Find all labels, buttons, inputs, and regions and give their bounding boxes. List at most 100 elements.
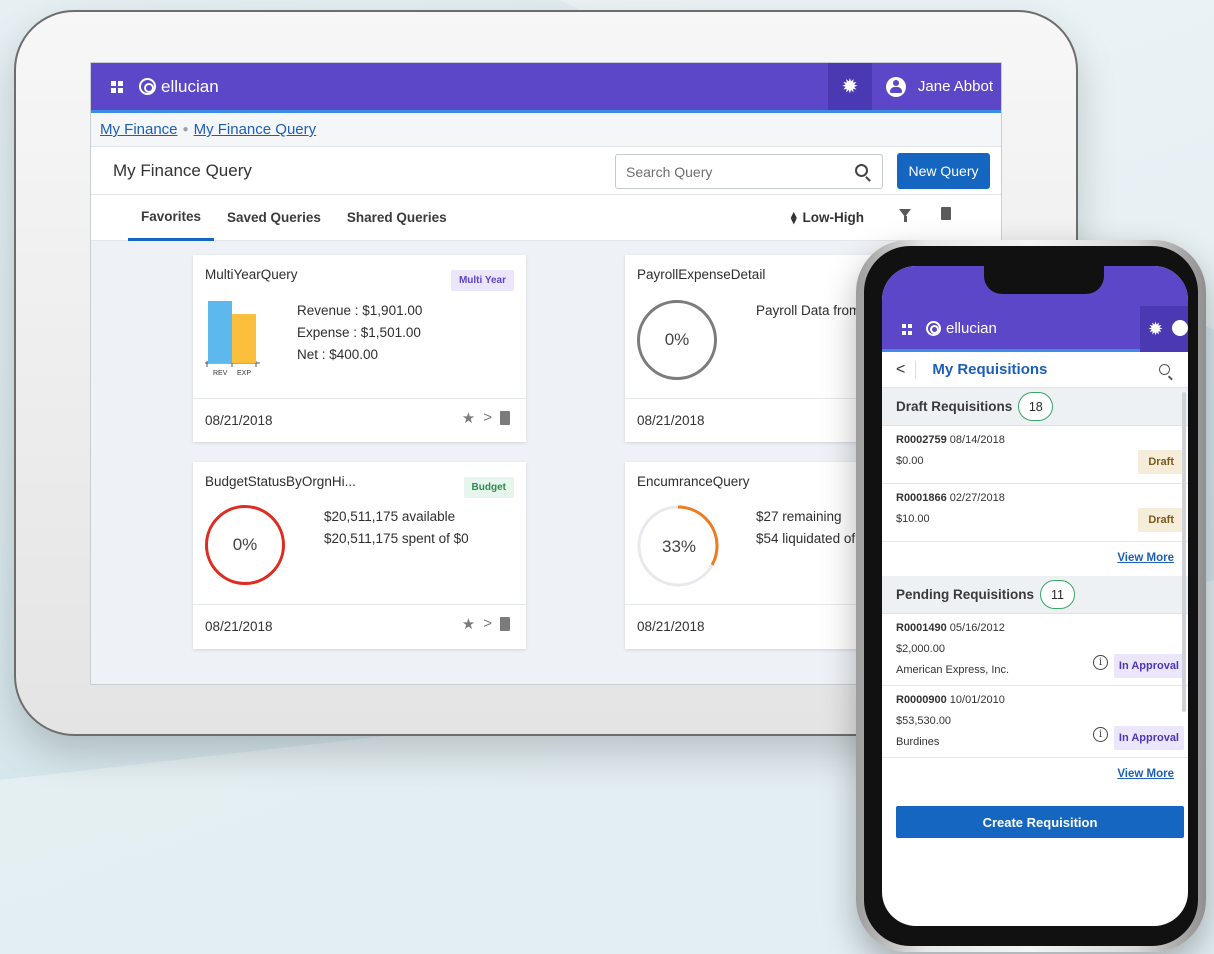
user-name[interactable]: Jane Abbot (918, 78, 993, 95)
search-placeholder: Search Query (626, 163, 713, 180)
user-avatar-icon[interactable] (885, 76, 906, 97)
requisition-vendor: Burdines (896, 736, 940, 748)
requisition-vendor: American Express, Inc. (896, 664, 1010, 676)
gear-icon: ✹ (841, 76, 859, 98)
liquidated-text: $54 liquidated of $ (756, 531, 867, 546)
settings-button[interactable]: ✹ (827, 63, 872, 110)
requisition-item[interactable]: R0001866 02/27/2018 $10.00 Draft (882, 484, 1188, 542)
requisition-amount: $0.00 (896, 455, 924, 467)
tab-shared-queries[interactable]: Shared Queries (334, 195, 460, 241)
info-icon[interactable]: i (1093, 655, 1108, 670)
requisition-item[interactable]: R0002759 08/14/2018 $0.00 Draft (882, 426, 1188, 484)
card-footer: 08/21/2018 ★ > (193, 398, 526, 442)
back-chevron-icon[interactable]: < (896, 360, 917, 379)
expense-text: Expense : $1,501.00 (297, 325, 421, 340)
breadcrumb-my-finance-query[interactable]: My Finance Query (194, 121, 317, 138)
query-card-multiyear[interactable]: MultiYearQuery Multi Year REV EXP Revenue… (193, 255, 526, 442)
status-badge: Draft (1138, 508, 1184, 532)
star-icon[interactable]: ★ (462, 615, 475, 633)
sort-button[interactable]: ▴ ▾ Low-High (791, 209, 865, 226)
search-input[interactable]: Search Query (615, 154, 883, 189)
phone-notch (984, 264, 1104, 294)
requisition-id: R0002759 (896, 434, 947, 446)
requisition-item[interactable]: R0001490 05/16/2012 $2,000.00 American Ex… (882, 614, 1188, 686)
requisition-id: R0000900 (896, 694, 947, 706)
bar-label: EXP (237, 370, 251, 375)
requisition-id-line: R0001490 05/16/2012 (896, 622, 1005, 634)
view-more-link[interactable]: View More (1117, 552, 1174, 564)
bar-rev (208, 301, 232, 363)
gear-icon: ✹ (1148, 318, 1164, 339)
export-icon[interactable] (941, 207, 951, 220)
phone-screen: ellucian ✹ < My Requisitions Draft Requi… (882, 266, 1188, 926)
user-avatar-icon[interactable] (1172, 320, 1188, 336)
section-title: Pending Requisitions (896, 587, 1035, 602)
card-title: PayrollExpenseDetail (637, 267, 766, 282)
sort-label: Low-High (802, 210, 865, 225)
phone-bezel: ellucian ✹ < My Requisitions Draft Requi… (864, 246, 1198, 946)
brand-name: ellucian (946, 320, 997, 337)
requisition-date: 02/27/2018 (949, 492, 1005, 504)
filter-icon[interactable] (899, 209, 911, 222)
requisition-id: R0001490 (896, 622, 947, 634)
progress-ring: 0% (205, 505, 285, 585)
page-title: My Requisitions (932, 361, 1048, 378)
page-title: My Finance Query (113, 160, 252, 180)
pending-count-badge: 11 (1040, 580, 1076, 609)
ellucian-logo[interactable]: ellucian (926, 320, 997, 337)
progress-percent: 0% (232, 535, 258, 554)
requisition-date: 08/14/2018 (949, 434, 1005, 446)
search-icon[interactable] (855, 164, 868, 177)
share-icon[interactable]: > (483, 615, 492, 633)
view-more-pending: View More (882, 758, 1188, 792)
info-icon[interactable]: i (1093, 727, 1108, 742)
card-title: EncumranceQuery (637, 474, 750, 489)
status-badge: In Approval (1113, 726, 1184, 750)
available-text: $20,511,175 available (324, 509, 456, 524)
category-badge: Budget (463, 477, 514, 498)
requisition-amount: $10.00 (896, 513, 930, 525)
status-badge: In Approval (1113, 654, 1184, 678)
card-title: BudgetStatusByOrgnHi... (205, 474, 356, 489)
ellucian-logo-icon (926, 321, 941, 336)
ellucian-logo-icon (139, 78, 156, 95)
mobile-page-header: < My Requisitions (882, 352, 1188, 388)
tab-saved-queries[interactable]: Saved Queries (214, 195, 334, 241)
ellucian-logo[interactable]: ellucian (139, 77, 219, 97)
star-icon[interactable]: ★ (462, 409, 475, 427)
scrollbar[interactable] (1182, 392, 1186, 712)
create-requisition-button[interactable]: Create Requisition (896, 806, 1184, 838)
requisition-amount: $53,530.00 (896, 715, 952, 727)
card-date: 08/21/2018 (637, 619, 705, 634)
breadcrumb-my-finance[interactable]: My Finance (100, 121, 178, 138)
breadcrumb: My Finance ● My Finance Query (91, 113, 1001, 147)
app-grid-icon[interactable] (111, 80, 123, 93)
requisition-id-line: R0001866 02/27/2018 (896, 492, 1005, 504)
card-title: MultiYearQuery (205, 267, 298, 282)
bar-label: REV (213, 370, 228, 375)
pending-requisitions-header[interactable]: Pending Requisitions 11 (882, 576, 1188, 614)
phone-device: ellucian ✹ < My Requisitions Draft Requi… (856, 240, 1206, 952)
spent-text: $20,511,175 spent of $0 (324, 531, 469, 546)
card-date: 08/21/2018 (205, 413, 273, 428)
tab-favorites[interactable]: Favorites (128, 195, 215, 241)
requisition-date: 10/01/2010 (949, 694, 1005, 706)
draft-requisitions-header[interactable]: Draft Requisitions 18 (882, 388, 1188, 426)
progress-ring: 0% (637, 300, 717, 380)
page-header: My Finance Query Search Query New Query (91, 147, 1001, 195)
card-date: 08/21/2018 (637, 413, 705, 428)
search-icon[interactable] (1159, 364, 1170, 375)
new-query-button[interactable]: New Query (897, 153, 990, 189)
share-icon[interactable]: > (483, 409, 492, 427)
progress-percent: 0% (664, 330, 690, 349)
top-navigation-bar: ellucian ✹ Jane Abbot (91, 63, 1001, 113)
query-card-budget[interactable]: BudgetStatusByOrgnHi... Budget 0% $20,51… (193, 462, 526, 649)
trash-icon[interactable] (500, 411, 510, 425)
app-grid-icon[interactable] (902, 324, 913, 335)
card-footer: 08/21/2018 ★ > (193, 604, 526, 648)
breadcrumb-separator-icon: ● (182, 124, 189, 135)
status-badge: Draft (1138, 450, 1184, 474)
requisition-item[interactable]: R0000900 10/01/2010 $53,530.00 Burdines i… (882, 686, 1188, 758)
view-more-link[interactable]: View More (1117, 768, 1174, 780)
trash-icon[interactable] (500, 617, 510, 631)
